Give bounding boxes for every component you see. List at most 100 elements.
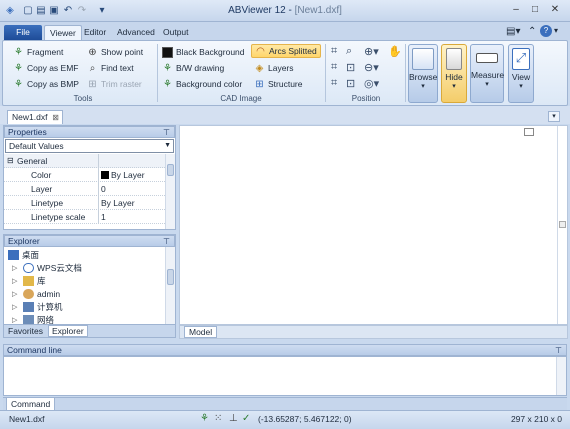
structure-button[interactable]: ⊞ Structure [254,77,302,91]
tree-item[interactable]: ▷ WPS云文档 [12,262,82,274]
bw-drawing-button[interactable]: ⚘ B/W drawing [162,61,224,75]
explorer-title: Explorer [8,236,40,246]
measure-mode-icon[interactable]: ✓ [242,413,250,424]
help-menu-icon[interactable]: ▾ [554,26,558,35]
black-background-label: Black Background [176,47,245,57]
show-point-button[interactable]: ⊕ Show point [87,45,143,59]
properties-scrollbar[interactable] [165,154,175,229]
properties-panel: Properties ⊤ Default Values ▼ ⊟ General … [3,125,176,230]
property-row[interactable]: Linetype By Layer [4,196,165,210]
hide-button[interactable]: Hide ▾ [441,44,467,103]
collapse-ribbon-icon[interactable]: ⌃ [528,26,536,37]
next-view-icon[interactable]: ⊡ [346,77,355,90]
tree-item[interactable]: ▷ 库 [12,275,46,287]
find-text-button[interactable]: ⌕ Find text [87,61,134,75]
background-color-icon: ⚘ [163,78,172,90]
hide-icon [446,48,462,70]
drawing-canvas[interactable] [179,125,568,325]
layers-icon: ◈ [255,62,264,74]
tab-viewer[interactable]: Viewer [44,25,82,40]
tab-advanced[interactable]: Advanced [112,25,160,40]
layers-button[interactable]: ◈ Layers [254,61,294,75]
properties-selector[interactable]: Default Values ▼ [5,139,174,153]
scroll-thumb[interactable] [559,221,566,228]
expand-icon[interactable]: ▷ [12,264,20,272]
group-separator [325,44,326,102]
copy-emf-button[interactable]: ⚘ Copy as EMF [13,61,78,75]
expand-icon[interactable]: ▷ [12,290,20,298]
structure-icon: ⊞ [255,78,264,90]
property-row[interactable]: Color By Layer [4,168,165,182]
property-key: Color [31,170,52,180]
zoom-in-icon[interactable]: ⊕▾ [364,45,379,58]
maximize-icon[interactable]: □ [527,3,543,17]
expand-icon[interactable]: ▷ [12,316,20,324]
zoom-window-icon[interactable]: ⌕ [346,45,352,58]
canvas-scrollbar[interactable] [557,126,567,324]
hide-label: Hide [445,72,463,82]
command-output[interactable] [3,356,567,396]
expand-icon[interactable]: ▷ [12,277,20,285]
arcs-splitted-button[interactable]: ◠ Arcs Splitted [251,44,321,58]
properties-title: Properties [8,127,47,137]
property-key: Linetype [31,198,64,208]
tree-item[interactable]: ▷ admin [12,288,60,300]
previous-view-icon[interactable]: ⌗ [331,77,337,90]
tools-group-label: Tools [73,94,93,103]
grid-icon[interactable]: ⁙ [214,413,222,424]
chevron-down-icon: ▼ [164,142,171,149]
document-tab[interactable]: New1.dxf ⊠ [7,110,63,124]
tab-explorer[interactable]: Explorer [48,325,88,337]
property-row[interactable]: Linetype scale 1 [4,210,165,224]
browse-icon [412,48,434,70]
pin-icon[interactable]: ⊤ [163,127,170,138]
zoom-out-icon[interactable]: ⊖▾ [364,61,379,74]
pin-icon[interactable]: ⊤ [555,345,562,356]
black-background-button[interactable]: Black Background [162,45,245,59]
fit-window-icon[interactable]: ⊡ [346,61,355,74]
copy-bmp-button[interactable]: ⚘ Copy as BMP [13,77,79,91]
tab-file[interactable]: File [4,25,42,40]
copy-emf-icon: ⚘ [14,62,23,74]
pin-icon[interactable]: ⊤ [163,236,170,247]
browse-button[interactable]: Browse ▾ [408,44,438,103]
scroll-thumb[interactable] [167,164,174,176]
minimize-icon[interactable]: – [508,3,524,17]
close-icon[interactable]: ✕ [547,3,563,17]
command-scrollbar[interactable] [556,357,566,395]
tree-item[interactable]: 桌面 [8,249,39,261]
viewport-icon[interactable] [524,128,534,136]
fit-extents-icon[interactable]: ⌗ [331,45,337,58]
property-grid: ⊟ General Color By Layer Layer 0 Linetyp… [4,154,175,229]
trim-raster-button[interactable]: ⊞ Trim raster [87,77,141,91]
window-title: ABViewer 12 - [New1.dxf] [228,5,342,16]
tab-favorites[interactable]: Favorites [8,326,43,336]
measure-button[interactable]: Measure ▾ [470,44,504,103]
style-icon[interactable]: ▤▾ [506,26,520,37]
property-section[interactable]: ⊟ General [4,154,165,168]
pan-hand-icon[interactable]: ✋ [388,45,402,58]
tree-item[interactable]: ▷ 计算机 [12,301,63,313]
property-value: By Layer [100,168,145,182]
expand-icon[interactable]: ▷ [12,303,20,311]
help-icon[interactable]: ? [540,25,552,37]
fragment-button[interactable]: ⚘ Fragment [13,45,63,59]
document-list-icon[interactable]: ▾ [548,111,560,122]
scroll-thumb[interactable] [167,269,174,285]
background-color-button[interactable]: ⚘ Background color [162,77,242,91]
property-row[interactable]: Layer 0 [4,182,165,196]
computer-icon [23,302,34,312]
close-document-icon[interactable]: ⊠ [52,111,59,124]
view-button[interactable]: ⤢ View ▾ [508,44,534,103]
zoom-options-icon[interactable]: ◎▾ [364,77,379,90]
ortho-icon[interactable]: ⊥ [229,413,238,424]
collapse-icon[interactable]: ⊟ [7,154,14,168]
rotate-icon[interactable]: ⌗ [331,61,337,74]
explorer-scrollbar[interactable] [165,247,175,324]
tree-item[interactable]: ▷ 网络 [12,314,54,324]
tab-output[interactable]: Output [158,25,194,40]
tab-editor[interactable]: Editor [79,25,111,40]
tab-model[interactable]: Model [184,326,218,338]
tree-item-label: 库 [37,276,46,286]
snap-icon[interactable]: ⚘ [200,413,209,424]
